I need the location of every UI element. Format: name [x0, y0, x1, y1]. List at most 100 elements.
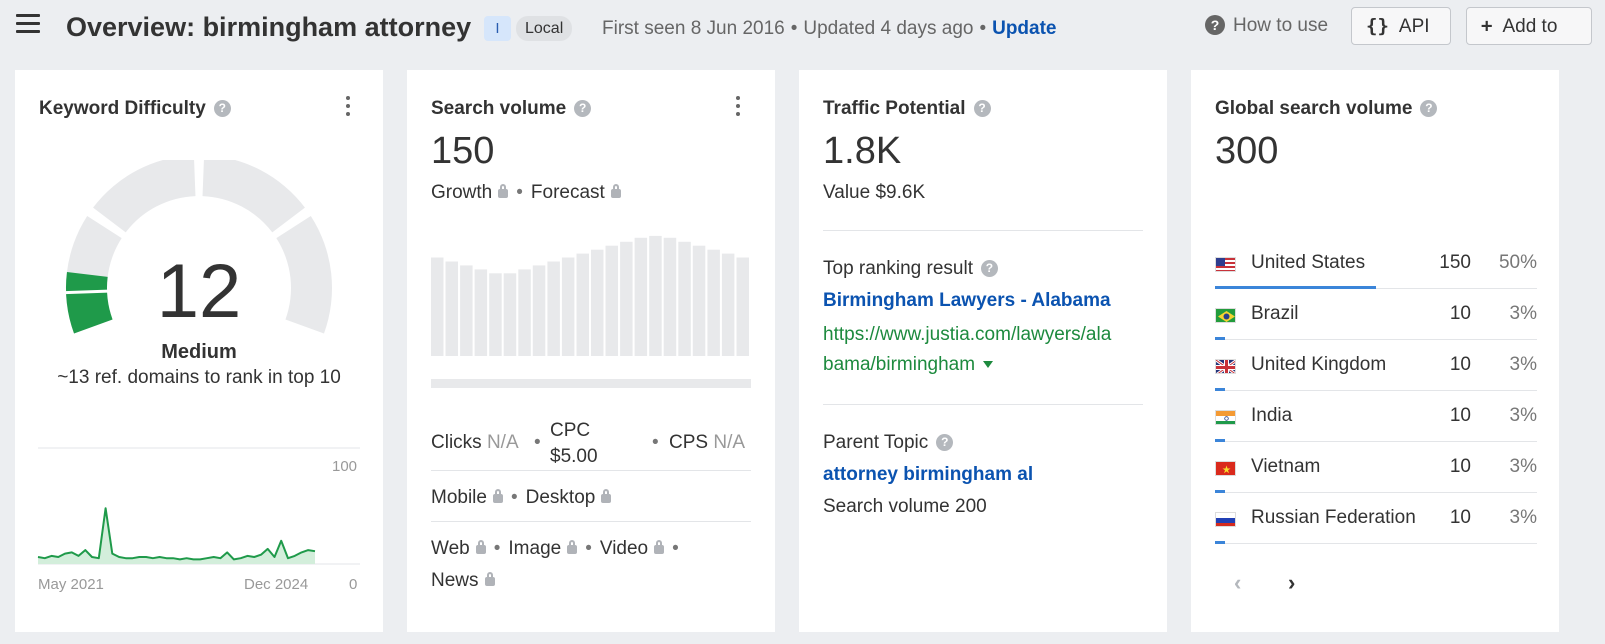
- volume-bar[interactable]: [547, 261, 560, 357]
- next-page-icon[interactable]: ›: [1288, 570, 1295, 596]
- help-icon[interactable]: ?: [213, 100, 231, 117]
- volume-bar[interactable]: [663, 237, 677, 356]
- gauge-segment: [202, 160, 305, 233]
- volume-bar[interactable]: [518, 269, 531, 356]
- volume-bar[interactable]: [561, 257, 575, 357]
- top-result-title-link[interactable]: Birmingham Lawyers - Alabama: [823, 290, 1111, 312]
- country-name: Vietnam: [1251, 456, 1321, 477]
- volume-bar[interactable]: [721, 253, 735, 356]
- keyword-meta: First seen 8 Jun 2016 • Updated 4 days ago…: [602, 18, 1057, 40]
- search-volume-value: 150: [431, 130, 495, 172]
- more-options-icon[interactable]: [345, 96, 351, 120]
- prev-page-icon[interactable]: ‹: [1234, 570, 1241, 596]
- parent-topic-link[interactable]: attorney birmingham al: [823, 464, 1033, 486]
- question-icon: ?: [1205, 15, 1225, 35]
- volume-bar[interactable]: [431, 257, 444, 357]
- gauge-segment: [93, 160, 196, 233]
- difficulty-level: Medium: [161, 341, 237, 363]
- country-volume: 10: [1449, 507, 1471, 528]
- lock-icon: [492, 489, 503, 503]
- country-volume: 10: [1449, 405, 1471, 426]
- trend-y-max: 100: [332, 458, 358, 475]
- dropdown-caret-icon[interactable]: [983, 361, 994, 368]
- api-button[interactable]: {} API: [1351, 7, 1451, 45]
- country-row[interactable]: United Kingdom 10 3%: [1215, 340, 1537, 391]
- help-icon[interactable]: ?: [1420, 100, 1438, 117]
- traffic-potential-card: Traffic Potential? 1.8K Value $9.6K Top …: [799, 70, 1167, 632]
- help-icon[interactable]: ?: [574, 100, 592, 117]
- volume-history-chart: [431, 235, 751, 388]
- add-to-button-label: Add to: [1502, 16, 1558, 37]
- mobile-label: Mobile: [431, 487, 487, 508]
- difficulty-trend-chart: [37, 447, 360, 565]
- volume-bar[interactable]: [532, 265, 546, 356]
- forecast-label: Forecast: [530, 182, 605, 203]
- help-icon[interactable]: ?: [980, 260, 998, 277]
- vn-flag-icon: [1215, 461, 1236, 476]
- volume-bar[interactable]: [474, 269, 488, 356]
- country-percent: 50%: [1498, 252, 1537, 273]
- intent-badge: I: [484, 16, 511, 41]
- global-volume-card: Global search volume? 300 United States 1…: [1191, 70, 1559, 632]
- country-row[interactable]: India 10 3%: [1215, 391, 1537, 442]
- card-title: Traffic Potential?: [823, 98, 991, 120]
- web-label: Web: [431, 538, 470, 559]
- keyword-difficulty-card: Keyword Difficulty? 12 Medium ~13 ref. d…: [15, 70, 383, 632]
- volume-bar[interactable]: [445, 261, 459, 357]
- volume-bar[interactable]: [503, 273, 517, 356]
- local-badge: Local: [516, 16, 573, 41]
- desktop-label: Desktop: [525, 487, 596, 508]
- api-button-label: API: [1398, 16, 1430, 37]
- page-header: Overview: birmingham attorney I Local Fi…: [0, 0, 1605, 58]
- menu-icon[interactable]: [16, 14, 40, 36]
- volume-bar[interactable]: [736, 257, 750, 357]
- parent-topic-volume: Search volume 200: [823, 496, 987, 517]
- country-row[interactable]: Russian Federation 10 3%: [1215, 493, 1537, 544]
- parent-topic-label: Parent Topic?: [823, 432, 954, 454]
- help-icon[interactable]: ?: [973, 100, 991, 117]
- update-link[interactable]: Update: [992, 18, 1056, 39]
- volume-bar[interactable]: [620, 241, 633, 356]
- volume-bar[interactable]: [649, 235, 662, 356]
- search-volume-card: Search volume? 150 Growth • Forecast Click…: [407, 70, 775, 632]
- country-row[interactable]: United States 150 50%: [1215, 238, 1537, 289]
- volume-bar[interactable]: [591, 249, 604, 356]
- lock-icon: [601, 489, 612, 503]
- country-name: United Kingdom: [1251, 354, 1387, 375]
- volume-bar[interactable]: [678, 241, 691, 356]
- difficulty-subtitle: ~13 ref. domains to rank in top 10: [57, 367, 341, 388]
- separator: •: [979, 18, 987, 39]
- volume-subinfo: Growth • Forecast: [431, 182, 621, 204]
- card-title: Global search volume?: [1215, 98, 1438, 120]
- volume-bar[interactable]: [692, 245, 706, 356]
- video-label: Video: [599, 538, 649, 559]
- news-label: News: [431, 570, 479, 591]
- trend-x-end: Dec 2024: [244, 576, 309, 593]
- br-flag-icon: [1215, 308, 1236, 323]
- country-percent: 3%: [1509, 405, 1537, 426]
- country-row[interactable]: Vietnam 10 3%: [1215, 442, 1537, 493]
- separator: •: [790, 18, 798, 39]
- volume-bar[interactable]: [576, 253, 590, 356]
- volume-bar[interactable]: [634, 237, 648, 356]
- braces-icon: {}: [1366, 15, 1389, 37]
- volume-bar[interactable]: [489, 273, 502, 356]
- country-row[interactable]: Brazil 10 3%: [1215, 289, 1537, 340]
- help-icon[interactable]: ?: [936, 434, 954, 451]
- page-title: Overview: birmingham attorney: [66, 12, 472, 42]
- more-options-icon[interactable]: [735, 96, 741, 120]
- volume-bar[interactable]: [605, 245, 619, 356]
- first-seen-text: First seen 8 Jun 2016: [602, 18, 785, 39]
- volume-bar[interactable]: [460, 265, 473, 356]
- chart-range-scrollbar[interactable]: [431, 379, 751, 388]
- growth-label: Growth: [431, 182, 493, 203]
- country-name: United States: [1251, 252, 1366, 273]
- add-to-button[interactable]: + Add to: [1466, 7, 1592, 45]
- top-result-url[interactable]: https://www.justia.com/lawyers/ala bama/b…: [823, 320, 1111, 380]
- share-bar: [1215, 541, 1225, 544]
- in-flag-icon: [1215, 410, 1236, 425]
- card-title: Search volume?: [431, 98, 592, 120]
- card-title: Keyword Difficulty?: [39, 98, 231, 120]
- how-to-use-link[interactable]: ? How to use: [1205, 15, 1328, 37]
- volume-bar[interactable]: [707, 249, 720, 356]
